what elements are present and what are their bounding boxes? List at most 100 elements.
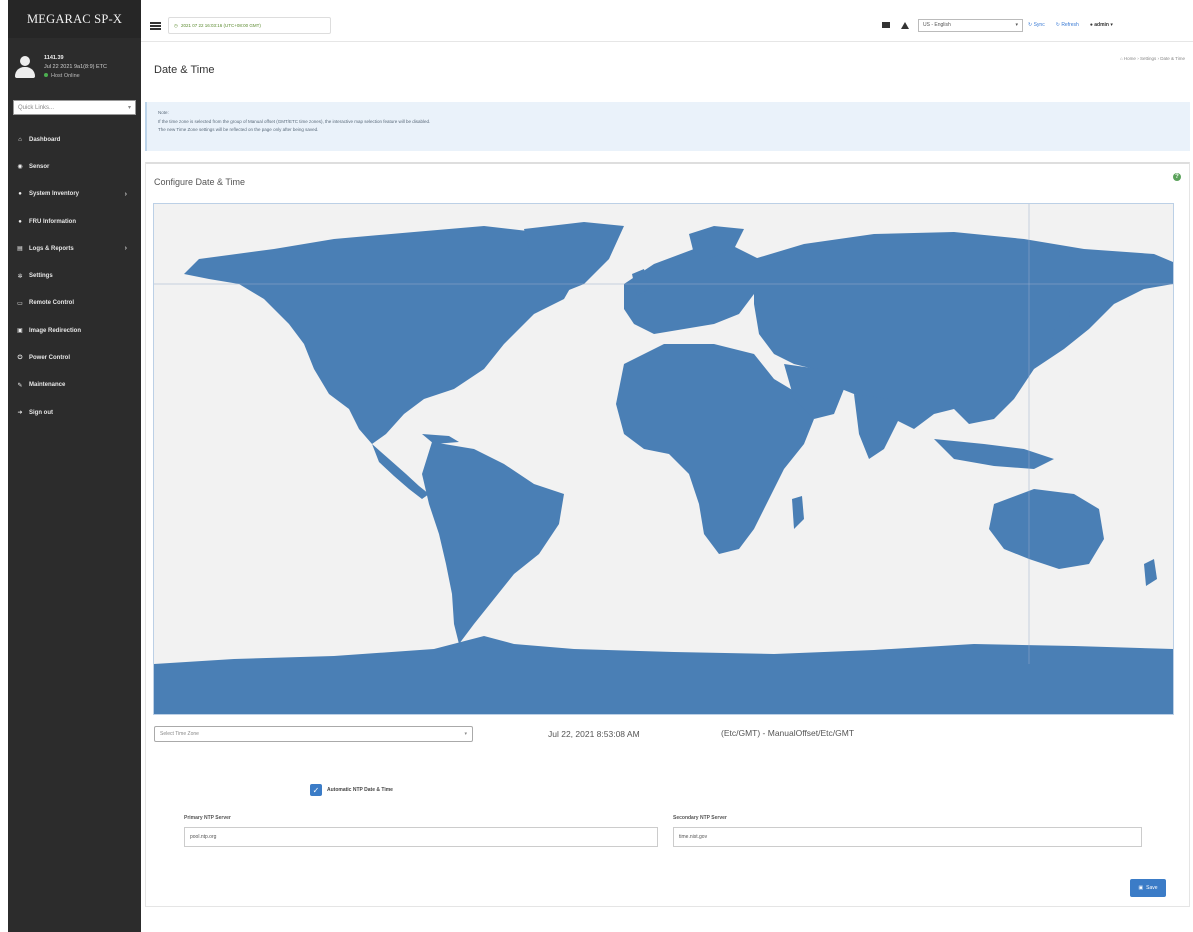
sidebar-item-label: FRU Information xyxy=(29,218,76,225)
breadcrumb: ⌂ Home › Settings › Date & Time xyxy=(1120,56,1185,61)
user-name: 1141.39 xyxy=(44,54,64,61)
note-line-1: If the time zone is selected from the gr… xyxy=(158,118,431,124)
australia-landmass[interactable] xyxy=(989,489,1104,569)
primary-ntp-field[interactable]: pool.ntp.org xyxy=(184,827,658,847)
sidebar-item-label: Dashboard xyxy=(29,136,61,143)
envelope-icon[interactable] xyxy=(882,22,890,28)
breadcrumb-settings[interactable]: Settings xyxy=(1140,56,1156,61)
sidebar-item-sensor[interactable]: ◉ Sensor xyxy=(8,153,141,180)
gear-icon: ✲ xyxy=(17,273,23,280)
home-icon: ⌂ xyxy=(1119,56,1123,61)
user-menu[interactable]: ● admin ▾ xyxy=(1090,22,1113,28)
primary-ntp-value: pool.ntp.org xyxy=(190,834,217,840)
chevron-down-icon: ▾ xyxy=(127,105,131,111)
sidebar-item-label: Sensor xyxy=(29,163,50,170)
power-icon: ⏻ xyxy=(17,354,23,361)
configure-card: Configure Date & Time ? Select Time Zone… xyxy=(145,162,1190,907)
note-callout: Note: If the time zone is selected from … xyxy=(145,102,1190,151)
fru-icon: ● xyxy=(18,218,22,225)
chevron-right-icon: › xyxy=(124,190,127,198)
help-icon[interactable]: ? xyxy=(1173,173,1181,181)
antarctica-landmass[interactable] xyxy=(154,636,1173,714)
current-timezone: (Etc/GMT) - ManualOffset/Etc/GMT xyxy=(721,728,855,738)
world-map-svg[interactable] xyxy=(154,204,1173,714)
quick-links-select[interactable]: Quick Links... ▾ xyxy=(13,100,136,115)
ntp-checkbox[interactable]: ✓ xyxy=(310,784,322,796)
north-america-landmass[interactable] xyxy=(184,226,584,444)
status-dot-icon xyxy=(44,73,48,78)
southeast-asia-islands[interactable] xyxy=(934,439,1054,469)
refresh-icon: ↻ xyxy=(1055,22,1060,28)
sync-label: Sync xyxy=(1033,22,1045,28)
refresh-button[interactable]: ↻ Refresh xyxy=(1056,22,1079,28)
sidebar-item-label: Settings xyxy=(29,273,53,280)
card-title: Configure Date & Time xyxy=(154,177,246,187)
top-right-controls: US - English ▾ ↻ Sync ↻ Refresh ● admin … xyxy=(882,18,1187,32)
breadcrumb-home[interactable]: Home xyxy=(1124,56,1136,61)
sidebar-item-label: Logs & Reports xyxy=(29,245,74,252)
central-america-landmass[interactable] xyxy=(372,444,429,499)
sidebar-item-label: Sign out xyxy=(29,409,53,416)
bmc-datetime: ◷ 2021 07 22 16:03:16 (UTC+08:00 GMT) xyxy=(168,17,331,34)
sidebar-item-dashboard[interactable]: ⌂ Dashboard xyxy=(8,126,141,153)
sidebar-item-system-inventory[interactable]: ● System Inventory › xyxy=(8,181,141,208)
signout-icon: ➜ xyxy=(17,410,23,417)
timezone-map[interactable] xyxy=(153,203,1174,715)
caribbean-islands[interactable] xyxy=(422,434,459,444)
app-root: MEGARAC SP-X 1141.39 Jul 22 2021 9a1(8:9… xyxy=(0,0,1193,932)
south-america-landmass[interactable] xyxy=(422,442,564,644)
user-panel: 1141.39 Jul 22 2021 9a1(8:9) ETC Host On… xyxy=(8,38,141,96)
page-title: Date & Time xyxy=(154,64,215,76)
chevron-down-icon: ▾ xyxy=(1110,22,1113,28)
warning-icon[interactable] xyxy=(901,21,909,29)
avatar xyxy=(14,56,36,78)
sync-button[interactable]: ↻ Sync xyxy=(1028,22,1045,28)
wrench-icon: ✎ xyxy=(17,382,23,389)
madagascar-island[interactable] xyxy=(792,496,804,529)
sidebar-item-logs-reports[interactable]: ▤ Logs & Reports › xyxy=(8,235,141,262)
current-datetime: Jul 22, 2021 8:53:08 AM xyxy=(548,729,640,739)
ntp-checkbox-row[interactable]: ✓ Automatic NTP Date & Time xyxy=(310,784,393,796)
sidebar-item-image-redirection[interactable]: ▣ Image Redirection xyxy=(8,317,141,344)
sidebar-item-remote-control[interactable]: ▭ Remote Control xyxy=(8,290,141,317)
chevron-right-icon: › xyxy=(124,245,127,253)
home-icon: ⌂ xyxy=(18,136,22,143)
sidebar-item-label: Maintenance xyxy=(29,382,66,389)
sidebar-item-label: Image Redirection xyxy=(29,327,82,334)
host-status: Host Online xyxy=(44,72,107,81)
note-heading: Note: xyxy=(158,110,169,115)
chevron-down-icon: ▾ xyxy=(464,731,467,737)
user-date: Jul 22 2021 9a1(8:9) ETC xyxy=(44,63,107,70)
language-value: US - English xyxy=(923,22,951,28)
menu-toggle-icon[interactable] xyxy=(150,22,161,30)
sidebar-item-label: Power Control xyxy=(29,355,71,362)
chevron-down-icon: ▾ xyxy=(1015,22,1018,28)
primary-ntp-label: Primary NTP Server xyxy=(184,815,231,821)
land-masses xyxy=(154,222,1173,714)
ntp-checkbox-label: Automatic NTP Date & Time xyxy=(327,787,393,793)
sidebar-item-fru-information[interactable]: ● FRU Information xyxy=(8,208,141,235)
user-info: 1141.39 Jul 22 2021 9a1(8:9) ETC Host On… xyxy=(44,54,107,81)
bmc-datetime-label: 2021 07 22 16:03:16 (UTC+08:00 GMT) xyxy=(180,23,261,28)
inventory-icon: ● xyxy=(18,191,22,198)
sidebar-item-settings[interactable]: ✲ Settings xyxy=(8,262,141,289)
user-icon: ● xyxy=(1089,22,1093,28)
sidebar: MEGARAC SP-X 1141.39 Jul 22 2021 9a1(8:9… xyxy=(8,0,141,932)
clock-icon: ◷ xyxy=(174,22,178,28)
sidebar-item-maintenance[interactable]: ✎ Maintenance xyxy=(8,372,141,399)
save-button[interactable]: ▣ Save xyxy=(1130,879,1166,897)
note-line-2: The new Time Zone settings will be refle… xyxy=(158,127,319,132)
quick-links-placeholder: Quick Links... xyxy=(18,104,55,111)
secondary-ntp-value: time.nist.gov xyxy=(679,834,708,840)
secondary-ntp-field[interactable]: time.nist.gov xyxy=(673,827,1142,847)
host-status-label: Host Online xyxy=(51,72,80,79)
timezone-select[interactable]: Select Time Zone ▾ xyxy=(154,726,473,742)
new-zealand-islands[interactable] xyxy=(1144,559,1157,586)
sidebar-item-power-control[interactable]: ⏻ Power Control xyxy=(8,344,141,371)
sidebar-item-sign-out[interactable]: ➜ Sign out xyxy=(8,399,141,426)
africa-landmass[interactable] xyxy=(616,344,814,554)
timezone-placeholder: Select Time Zone xyxy=(160,731,199,737)
save-icon: ▣ xyxy=(1138,885,1144,891)
language-select[interactable]: US - English ▾ xyxy=(918,18,1023,32)
save-label: Save xyxy=(1146,885,1158,891)
